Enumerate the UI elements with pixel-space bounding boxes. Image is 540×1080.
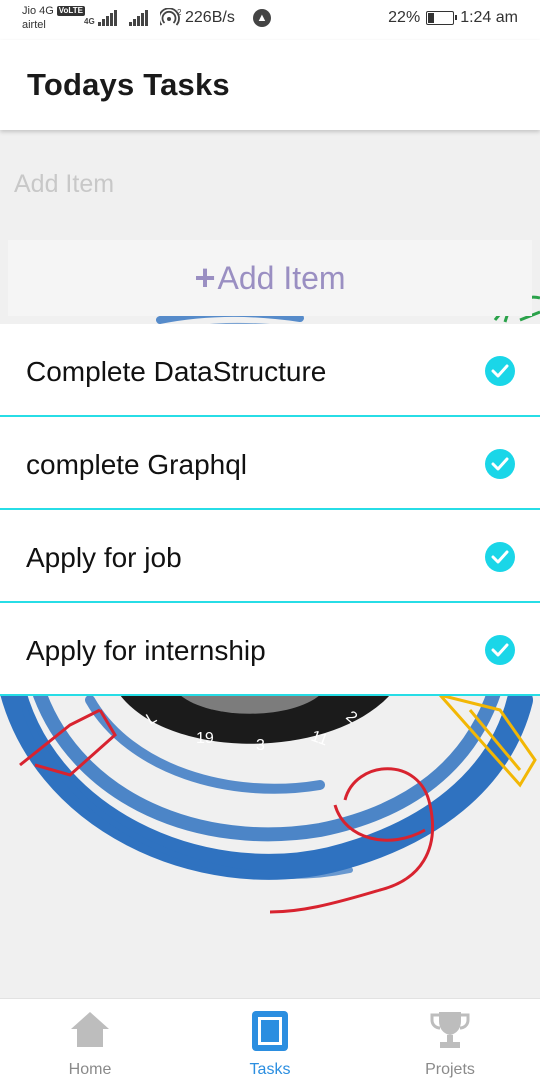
carrier-1-label: Jio 4G [22, 5, 54, 17]
task-item[interactable]: complete Graphql [0, 417, 540, 510]
task-item[interactable]: Complete DataStructure [0, 324, 540, 417]
nav-tasks-label: Tasks [249, 1061, 291, 1078]
hotspot-icon: 2 [159, 8, 182, 26]
svg-text:19: 19 [196, 730, 214, 747]
svg-text:2: 2 [177, 8, 182, 17]
carrier-2-label: airtel [22, 19, 46, 31]
tasks-icon [252, 1011, 288, 1051]
app-notification-icon: ▲ [253, 9, 271, 27]
task-list: Complete DataStructure complete Graphql … [0, 324, 540, 696]
app-header: Todays Tasks [0, 40, 540, 130]
battery-percent: 22% [388, 9, 421, 26]
volte-badge: VoLTE [56, 6, 85, 16]
status-bar: Jio 4G VoLTE airtel 4G 2 226B/s ▲ 22% 1:… [0, 0, 540, 40]
signal-indicators: 4G 2 [84, 8, 182, 26]
task-text: Apply for job [26, 542, 182, 573]
add-item-button-label: Add Item [217, 259, 346, 296]
network-speed: 226B/s [185, 9, 235, 26]
clock: 1:24 am [460, 9, 518, 26]
nav-home-label: Home [68, 1061, 112, 1078]
add-item-button[interactable]: + Add Item [8, 240, 532, 316]
page-title: Todays Tasks [27, 67, 230, 102]
task-text: Complete DataStructure [26, 356, 327, 387]
check-circle-icon[interactable] [485, 542, 515, 572]
check-circle-icon[interactable] [485, 449, 515, 479]
signal-2-icon [128, 10, 148, 26]
network-type-label: 4G [84, 17, 95, 26]
task-item[interactable]: Apply for job [0, 510, 540, 603]
nav-tasks[interactable]: Tasks [180, 999, 360, 1080]
task-text: complete Graphql [26, 449, 248, 480]
bottom-navigation: Home Tasks Projets [0, 998, 540, 1080]
add-item-input[interactable] [14, 160, 524, 208]
battery-level-fill [428, 13, 434, 23]
home-icon [71, 1012, 109, 1047]
check-circle-icon[interactable] [485, 356, 515, 386]
carrier-info: Jio 4G VoLTE airtel [22, 4, 85, 32]
task-item[interactable]: Apply for internship [0, 603, 540, 696]
plus-icon: + [194, 257, 216, 298]
task-text: Apply for internship [26, 635, 266, 666]
trophy-icon [430, 1012, 470, 1048]
nav-projets-label: Projets [425, 1061, 475, 1078]
nav-projets[interactable]: Projets [360, 999, 540, 1080]
battery-icon [426, 11, 458, 25]
nav-home[interactable]: Home [0, 999, 180, 1080]
signal-1-icon: 4G [84, 10, 117, 26]
svg-text:3: 3 [256, 737, 265, 754]
check-circle-icon[interactable] [485, 635, 515, 665]
